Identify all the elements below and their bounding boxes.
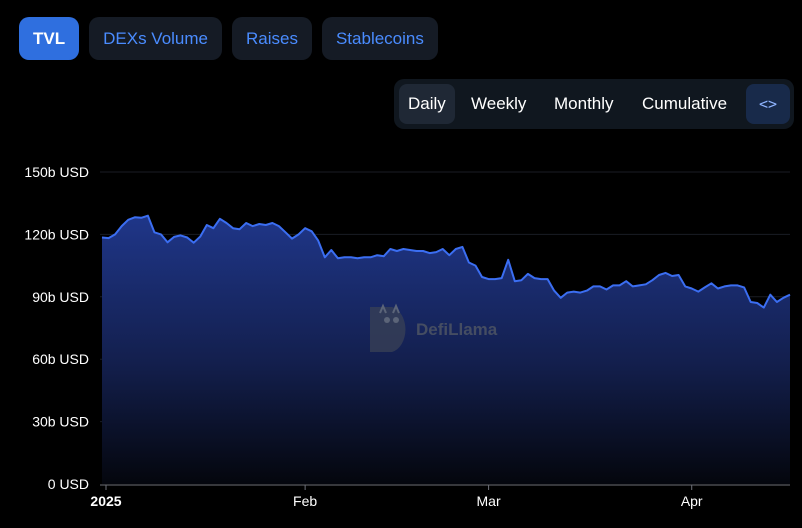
chart-area xyxy=(101,214,791,484)
tvl-area-fill xyxy=(102,215,790,484)
y-tick-label: 120b USD xyxy=(24,226,89,242)
y-tick-label: 30b USD xyxy=(32,414,89,430)
y-tick-label: 90b USD xyxy=(32,289,89,305)
x-tick-label: Apr xyxy=(681,493,703,509)
llama-logo-icon xyxy=(370,303,406,352)
y-tick-label: 0 USD xyxy=(48,476,89,492)
x-axis: 2025 Feb Mar Apr xyxy=(90,484,790,509)
x-tick-label: Feb xyxy=(293,493,317,509)
y-axis: 0 USD 30b USD 60b USD 90b USD 120b USD 150b U… xyxy=(24,164,89,492)
x-tick-label: 2025 xyxy=(90,493,121,509)
app-root: TVL DEXs Volume Raises Stablecoins Daily… xyxy=(0,0,802,528)
watermark-text: DefiLlama xyxy=(416,320,498,339)
y-tick-label: 60b USD xyxy=(32,351,89,367)
tvl-area-chart: 0 USD 30b USD 60b USD 90b USD 120b USD 150b U… xyxy=(24,164,791,509)
y-tick-label: 150b USD xyxy=(24,164,89,180)
x-tick-label: Mar xyxy=(477,493,501,509)
